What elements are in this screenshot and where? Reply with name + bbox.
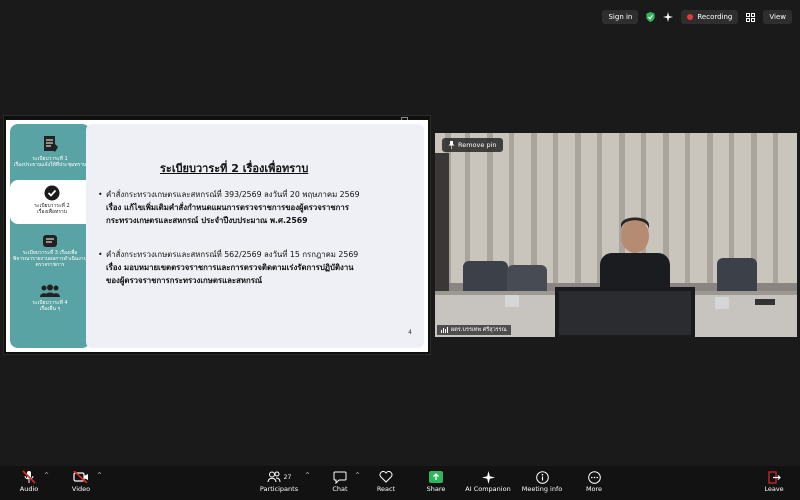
agenda-item-3: ระเบียบวาระที่ 3 เรื่องเพื่อ พิจารณารายง… xyxy=(10,234,90,268)
view-label: View xyxy=(769,13,786,21)
participants-options-chevron-icon[interactable]: ^ xyxy=(305,472,310,479)
more-label: More xyxy=(585,485,603,493)
agenda-item-2: ระเบียบวาระที่ 2 เรื่องเพื่อทราบ xyxy=(10,180,94,224)
bullet-1-line-1: คำสั่งกระทรวงเกษตรและสหกรณ์ที่ 393/2569 … xyxy=(106,190,360,199)
share-screen-icon xyxy=(429,471,443,483)
audio-level-icon xyxy=(441,327,448,333)
chat-button[interactable]: Chat xyxy=(326,469,354,493)
agenda-item-3-sublabel-2: ตรวจราชการ xyxy=(35,262,65,268)
info-icon xyxy=(535,470,549,484)
meeting-info-button[interactable]: Meeting info xyxy=(520,469,564,493)
report-icon xyxy=(43,235,57,247)
meeting-toolbar: Audio ^ Video ^ 27 Participants ^ Chat ^… xyxy=(0,466,800,500)
audio-options-chevron-icon[interactable]: ^ xyxy=(44,472,49,479)
participant-count: 27 xyxy=(283,473,292,481)
bullet-2-line-2: เรื่อง มอบหมายเขตตรวจราชการและการตรวจติด… xyxy=(106,263,354,272)
leave-button[interactable]: Leave xyxy=(760,469,788,493)
bullet-2-line-3: ของผู้ตรวจราชการกระทรวงเกษตรและสหกรณ์ xyxy=(106,276,263,285)
more-button[interactable]: More xyxy=(580,469,608,493)
agenda-item-4-sublabel: เรื่องอื่น ๆ xyxy=(39,306,61,312)
participants-icon xyxy=(267,471,281,483)
camera-off-icon xyxy=(73,471,88,483)
shield-check-icon[interactable] xyxy=(646,12,656,22)
participant-name: ผตร.บรรเทพ ศรีสุวรรณ xyxy=(451,327,507,333)
signin-button[interactable]: Sign in xyxy=(602,10,639,24)
pin-icon xyxy=(448,141,455,149)
bullet-item-2: คำสั่งกระทรวงเกษตรและสหกรณ์ที่ 562/2569 … xyxy=(98,248,416,287)
react-button[interactable]: React xyxy=(372,469,400,493)
bullet-item-1: คำสั่งกระทรวงเกษตรและสหกรณ์ที่ 393/2569 … xyxy=(98,188,416,227)
mic-muted-icon xyxy=(22,470,36,484)
meeting-info-label: Meeting info xyxy=(521,485,563,493)
remove-pin-label: Remove pin xyxy=(458,141,497,149)
chat-label: Chat xyxy=(332,485,348,493)
check-circle-icon xyxy=(44,185,60,201)
bullet-1-line-3: กระทรวงเกษตรและสหกรณ์ ประจำปีงบประมาณ พ.… xyxy=(106,216,308,225)
participant-video[interactable]: Remove pin ผตร.บรรเทพ ศรีสุวรรณ xyxy=(435,133,797,337)
bullet-1-line-2: เรื่อง แก้ไขเพิ่มเติมคำสั่งกำหนดแผนการตร… xyxy=(106,203,349,212)
agenda-sidebar: ระเบียบวาระที่ 1 เรื่องประธานแจ้งให้ที่ป… xyxy=(10,124,94,348)
recording-label: Recording xyxy=(697,13,733,21)
agenda-item-1-sublabel: เรื่องประธานแจ้งให้ที่ประชุมทราบ xyxy=(13,162,87,168)
video-frame-image xyxy=(435,133,797,337)
shared-screen: ระเบียบวาระที่ 1 เรื่องประธานแจ้งให้ที่ป… xyxy=(3,115,431,355)
ai-companion-button[interactable]: AI Companion xyxy=(462,469,514,493)
video-button[interactable]: Video xyxy=(66,469,96,493)
video-options-chevron-icon[interactable]: ^ xyxy=(97,472,102,479)
share-button[interactable]: Share xyxy=(421,469,451,493)
remove-pin-button[interactable]: Remove pin xyxy=(442,138,503,152)
document-pen-icon xyxy=(44,136,58,152)
leave-door-icon xyxy=(768,470,781,484)
heart-icon xyxy=(379,471,393,483)
agenda-item-2-sublabel: เรื่องเพื่อทราบ xyxy=(37,209,67,215)
participants-label: Participants xyxy=(259,485,299,493)
people-group-icon xyxy=(40,284,60,297)
agenda-item-4: ระเบียบวาระที่ 4 เรื่องอื่น ๆ xyxy=(10,284,90,312)
participant-name-tag: ผตร.บรรเทพ ศรีสุวรรณ xyxy=(437,325,511,335)
leave-label: Leave xyxy=(764,485,784,493)
agenda-item-1: ระเบียบวาระที่ 1 เรื่องประธานแจ้งให้ที่ป… xyxy=(10,134,90,168)
signin-label: Sign in xyxy=(608,13,633,21)
audio-button[interactable]: Audio xyxy=(14,469,44,493)
view-button[interactable]: View xyxy=(763,10,792,24)
ai-sparkle-icon[interactable] xyxy=(663,12,674,22)
audio-label: Audio xyxy=(19,485,39,493)
chat-bubble-icon xyxy=(333,471,347,484)
share-label: Share xyxy=(426,485,446,493)
react-label: React xyxy=(376,485,396,493)
more-dots-icon xyxy=(587,470,601,484)
ai-sparkle-icon xyxy=(481,470,495,484)
chat-options-chevron-icon[interactable]: ^ xyxy=(355,472,360,479)
presentation-slide: ระเบียบวาระที่ 1 เรื่องประธานแจ้งให้ที่ป… xyxy=(6,120,428,352)
participants-button[interactable]: 27 Participants xyxy=(258,469,300,493)
gallery-grid-icon[interactable] xyxy=(746,12,756,22)
recording-indicator[interactable]: Recording xyxy=(681,10,739,24)
top-controls: Sign in Recording View xyxy=(602,9,792,25)
video-label: Video xyxy=(71,485,91,493)
slide-title: ระเบียบวาระที่ 2 เรื่องเพื่อทราบ xyxy=(160,162,309,175)
slide-page-number: 4 xyxy=(408,329,412,336)
record-dot-icon xyxy=(687,14,694,20)
bullet-2-line-1: คำสั่งกระทรวงเกษตรและสหกรณ์ที่ 562/2569 … xyxy=(106,250,359,259)
ai-companion-label: AI Companion xyxy=(465,485,511,493)
slide-content: ระเบียบวาระที่ 2 เรื่องเพื่อทราบ คำสั่งก… xyxy=(86,124,424,348)
